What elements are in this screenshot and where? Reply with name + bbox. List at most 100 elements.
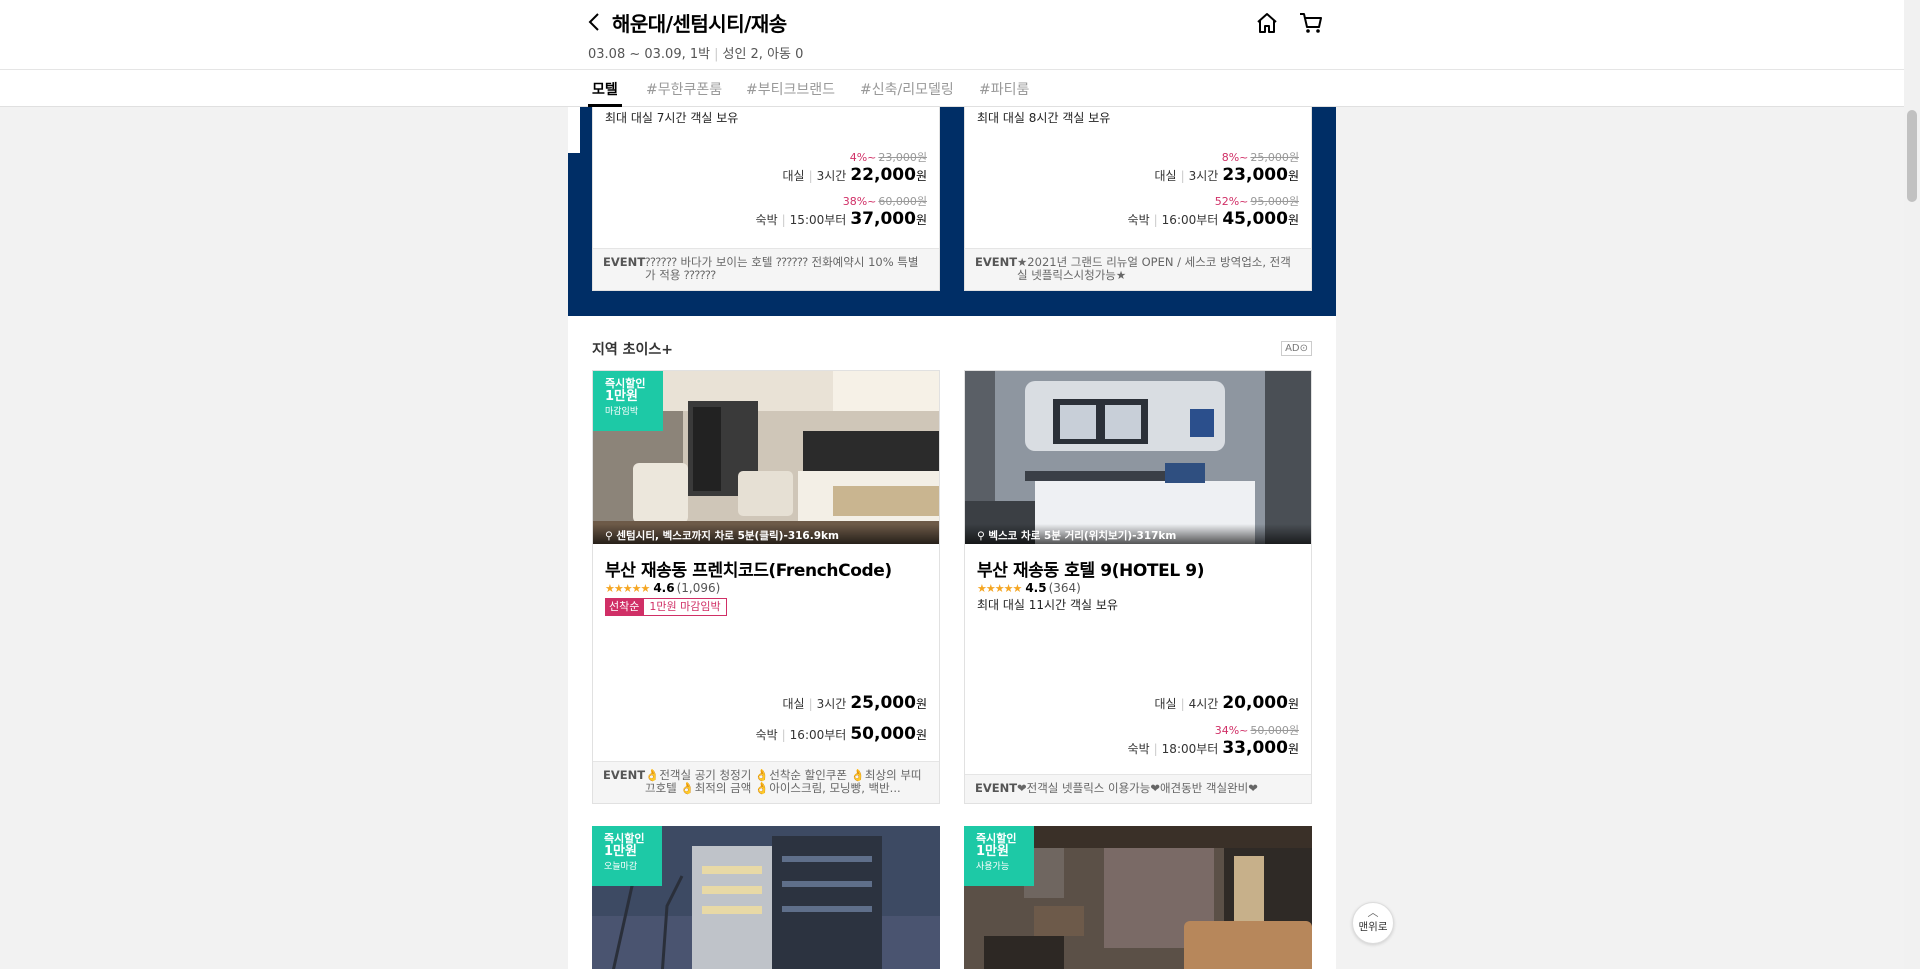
rental-price-row: 대실 | 3시간 23,000 원	[1154, 165, 1299, 185]
hotel-card[interactable]: 최대 대실 8시간 객실 보유 8%~ 25,000원 대실 | 3시간 23,000 원…	[964, 107, 1312, 291]
stay-label: 숙박 | 18:00부터	[1127, 742, 1219, 756]
event-banner: EVENT ★2021년 그랜드 리뉴얼 OPEN / 세스코 방역업소, 전객실…	[965, 248, 1311, 290]
stay-discount: 38%~ 60,000원	[843, 193, 927, 209]
cart-button[interactable]	[1299, 12, 1323, 34]
tab-motel[interactable]: 모텔	[592, 79, 618, 99]
stay-price: 37,000	[850, 209, 916, 229]
badge-note: 사용가능	[976, 862, 1010, 872]
location-text: 벡스코 차로 5분 거리(위치보기)-317km	[988, 530, 1177, 542]
stay-price: 45,000	[1222, 209, 1288, 229]
page-title: 해운대/센텀시티/재송	[612, 12, 787, 36]
badge-amount: 1만원	[605, 389, 638, 404]
stay-price: 33,000	[1222, 738, 1288, 758]
discount-rate: 34%~	[1214, 724, 1249, 737]
hotel-card[interactable]: 즉시할인 1만원 사용가능	[964, 826, 1312, 969]
star-rating-icon: ★★★★★	[605, 581, 650, 595]
map-pin-icon: ⚲	[605, 530, 613, 542]
carousel-edge	[568, 107, 580, 153]
stay-price-row: 숙박 | 16:00부터 50,000 원	[756, 724, 927, 744]
currency-unit: 원	[1287, 213, 1299, 227]
page-scrollbar[interactable]	[1904, 0, 1920, 969]
rental-price-row: 대실 | 3시간 25,000 원	[782, 693, 927, 713]
original-price: 25,000원	[1250, 151, 1299, 164]
home-button[interactable]	[1256, 12, 1278, 34]
coupon-type: 선착순	[605, 598, 644, 616]
stay-discount: 52%~ 95,000원	[1215, 193, 1299, 209]
tab-new-remodel[interactable]: #신축/리모델링	[860, 79, 954, 99]
search-summary[interactable]: 03.08 ~ 03.09, 1박 | 성인 2, 아동 0	[588, 43, 803, 62]
hotel-card[interactable]: ⚲ 벡스코 차로 5분 거리(위치보기)-317km 부산 재송동 호텔 9(H…	[964, 370, 1312, 804]
section-title: 지역 초이스+	[592, 342, 674, 358]
event-text: ★2021년 그랜드 리뉴얼 OPEN / 세스코 방역업소, 전객실 넷플릭스…	[1017, 256, 1291, 282]
home-icon	[1257, 13, 1277, 33]
original-price: 60,000원	[878, 195, 927, 208]
hotel-card[interactable]: 최대 대실 7시간 객실 보유 4%~ 23,000원 대실 | 3시간 22,000 원…	[592, 107, 940, 291]
stay-label: 숙박 | 16:00부터	[755, 728, 847, 742]
stay-label: 숙박 | 16:00부터	[1127, 213, 1219, 227]
currency-unit: 원	[915, 169, 927, 183]
rental-price: 22,000	[850, 165, 916, 185]
badge-note: 오늘마감	[604, 862, 638, 872]
chevron-up-icon: ︿	[1367, 906, 1379, 919]
rental-price: 23,000	[1222, 165, 1288, 185]
event-label: EVENT	[975, 781, 1018, 795]
currency-unit: 원	[915, 213, 927, 227]
back-button[interactable]	[584, 10, 604, 34]
event-label: EVENT	[603, 768, 646, 782]
stay-price-row: 숙박 | 18:00부터 33,000 원	[1128, 738, 1299, 758]
location-bar: ⚲ 센텀시티, 벡스코까지 차로 5분(클릭)-316.9km	[593, 524, 939, 544]
chevron-left-icon	[588, 13, 599, 31]
rental-label: 대실 | 3시간	[782, 169, 847, 183]
availability-text: 최대 대실 7시간 객실 보유	[605, 111, 739, 125]
tab-unlimited-coupon[interactable]: #무한쿠폰룸	[646, 79, 722, 99]
review-count: (364)	[1048, 581, 1081, 595]
stay-price-row: 숙박 | 15:00부터 37,000 원	[756, 209, 927, 229]
event-label: EVENT	[603, 255, 646, 269]
rental-price: 25,000	[850, 693, 916, 713]
stay-price: 50,000	[850, 724, 916, 744]
event-banner: EVENT 👌전객실 공기 청정기 👌선착순 할인쿠폰 👌최상의 부띠끄호텔 👌최…	[593, 761, 939, 803]
rental-price-row: 대실 | 4시간 20,000 원	[1154, 693, 1299, 713]
discount-rate: 8%~	[1221, 151, 1249, 164]
hotel-card[interactable]: 즉시할인 1만원 오늘마감	[592, 826, 940, 969]
divider: |	[714, 47, 719, 62]
stay-discount: 34%~ 50,000원	[1215, 722, 1299, 738]
currency-unit: 원	[1287, 697, 1299, 711]
currency-unit: 원	[1287, 169, 1299, 183]
tab-party-room[interactable]: #파티룸	[979, 79, 1029, 99]
rating-score: 4.6	[653, 581, 675, 595]
event-label: EVENT	[975, 255, 1018, 269]
badge-amount: 1만원	[604, 844, 637, 859]
hotel-name: 부산 재송동 프렌치코드(FrenchCode)	[605, 561, 892, 581]
discount-rate: 38%~	[842, 195, 877, 208]
hotel-card[interactable]: 즉시할인 1만원 마감임박 ⚲ 센텀시티, 벡스코까지 차로 5분(클릭)-31…	[592, 370, 940, 804]
ad-badge[interactable]: AD⊙	[1281, 341, 1312, 356]
location-bar: ⚲ 벡스코 차로 5분 거리(위치보기)-317km	[965, 524, 1311, 544]
content-column: 최대 대실 7시간 객실 보유 4%~ 23,000원 대실 | 3시간 22,000 원…	[568, 107, 1336, 969]
star-rating-icon: ★★★★★	[977, 581, 1022, 595]
tab-boutique-brand[interactable]: #부티크브랜드	[746, 79, 835, 99]
currency-unit: 원	[1287, 742, 1299, 756]
availability-text: 최대 대실 8시간 객실 보유	[977, 111, 1111, 125]
coupon-text: 1만원 마감임박	[643, 598, 727, 616]
scroll-top-label: 맨위로	[1358, 921, 1388, 933]
hotel-name: 부산 재송동 호텔 9(HOTEL 9)	[977, 561, 1205, 581]
rental-price-row: 대실 | 3시간 22,000 원	[782, 165, 927, 185]
event-banner: EVENT ⁇⁇⁇ 바다가 보이는 호텔 ⁇⁇⁇ 전화예약시 10% 특별가 적용…	[593, 248, 939, 290]
rating: ★★★★★ 4.6 (1,096)	[605, 581, 720, 595]
scroll-top-button[interactable]: ︿ 맨위로	[1352, 902, 1394, 944]
rental-label: 대실 | 3시간	[1154, 169, 1219, 183]
guest-count: 성인 2, 아동 0	[722, 47, 804, 62]
location-text: 센텀시티, 벡스코까지 차로 5분(클릭)-316.9km	[616, 530, 839, 542]
badge-note: 마감임박	[605, 407, 639, 417]
scrollbar-thumb[interactable]	[1907, 110, 1917, 202]
rating: ★★★★★ 4.5 (364)	[977, 581, 1081, 595]
badge-amount: 1만원	[976, 844, 1009, 859]
review-count: (1,096)	[676, 581, 721, 595]
original-price: 23,000원	[878, 151, 927, 164]
rental-price: 20,000	[1222, 693, 1288, 713]
discount-rate: 4%~	[849, 151, 877, 164]
availability-text: 최대 대실 11시간 객실 보유	[977, 598, 1118, 612]
rental-discount: 4%~ 23,000원	[850, 149, 927, 165]
discount-badge: 즉시할인 1만원 마감임박	[593, 371, 663, 431]
